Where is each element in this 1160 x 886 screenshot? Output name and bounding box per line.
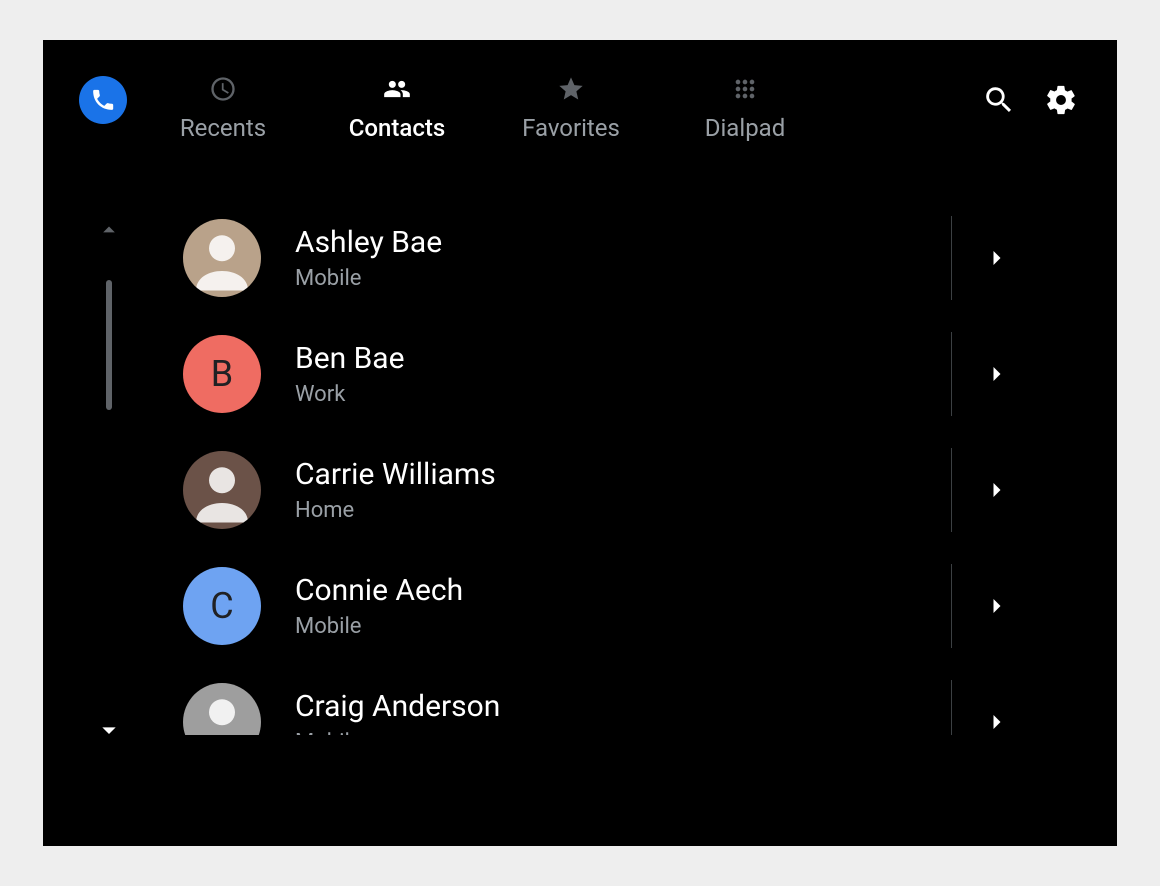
clock-icon bbox=[209, 74, 237, 104]
people-icon bbox=[381, 74, 413, 104]
tab-dialpad[interactable]: Dialpad bbox=[685, 74, 805, 142]
contact-text: Craig Anderson Mobile bbox=[295, 689, 500, 735]
scroll-up-button[interactable] bbox=[89, 210, 129, 250]
scroll-column bbox=[79, 210, 139, 750]
contact-details-button[interactable] bbox=[977, 316, 1017, 432]
contact-name: Carrie Williams bbox=[295, 457, 496, 492]
chevron-down-icon bbox=[93, 714, 125, 746]
tab-bar: Recents Contacts Favorites Dialpad bbox=[163, 58, 805, 142]
contact-details-button[interactable] bbox=[977, 200, 1017, 316]
row-divider bbox=[951, 564, 952, 648]
avatar bbox=[183, 451, 261, 529]
tab-label: Contacts bbox=[349, 114, 445, 142]
tab-contacts[interactable]: Contacts bbox=[337, 74, 457, 142]
chevron-right-icon bbox=[983, 592, 1011, 620]
contact-name: Ben Bae bbox=[295, 341, 405, 376]
tab-label: Recents bbox=[180, 114, 266, 142]
search-button[interactable] bbox=[973, 74, 1025, 126]
row-divider bbox=[951, 448, 952, 532]
tab-favorites[interactable]: Favorites bbox=[511, 74, 631, 142]
row-divider bbox=[951, 680, 952, 735]
contact-text: Carrie Williams Home bbox=[295, 457, 496, 523]
contact-details-button[interactable] bbox=[977, 664, 1017, 735]
contacts-list: Ashley Bae Mobile B Ben Bae Work bbox=[183, 200, 1057, 846]
star-icon bbox=[557, 74, 585, 104]
contact-row[interactable]: Carrie Williams Home bbox=[183, 432, 1057, 548]
dialer-fab[interactable] bbox=[79, 76, 127, 124]
contact-row[interactable]: B Ben Bae Work bbox=[183, 316, 1057, 432]
chevron-right-icon bbox=[983, 708, 1011, 735]
contact-details-button[interactable] bbox=[977, 548, 1017, 664]
contact-text: Connie Aech Mobile bbox=[295, 573, 463, 639]
scroll-down-button[interactable] bbox=[89, 710, 129, 750]
tab-label: Dialpad bbox=[705, 114, 786, 142]
avatar bbox=[183, 683, 261, 735]
row-divider bbox=[951, 216, 952, 300]
contact-details-button[interactable] bbox=[977, 432, 1017, 548]
settings-button[interactable] bbox=[1035, 74, 1087, 126]
search-icon bbox=[982, 83, 1016, 117]
contact-name: Ashley Bae bbox=[295, 225, 442, 260]
contact-line: Mobile bbox=[295, 730, 500, 735]
avatar: C bbox=[183, 567, 261, 645]
phone-app-window: Recents Contacts Favorites Dialpad bbox=[43, 40, 1117, 846]
contact-line: Home bbox=[295, 498, 496, 523]
dialpad-icon bbox=[731, 74, 759, 104]
chevron-up-icon bbox=[95, 216, 123, 244]
tab-label: Favorites bbox=[522, 114, 620, 142]
contact-row[interactable]: Craig Anderson Mobile bbox=[183, 664, 1057, 735]
contact-text: Ben Bae Work bbox=[295, 341, 405, 407]
contact-text: Ashley Bae Mobile bbox=[295, 225, 442, 291]
contact-row[interactable]: Ashley Bae Mobile bbox=[183, 200, 1057, 316]
avatar-initial: C bbox=[210, 585, 233, 627]
chevron-right-icon bbox=[983, 244, 1011, 272]
avatar bbox=[183, 219, 261, 297]
gear-icon bbox=[1044, 83, 1078, 117]
avatar-initial: B bbox=[211, 353, 233, 395]
contact-name: Connie Aech bbox=[295, 573, 463, 608]
app-header: Recents Contacts Favorites Dialpad bbox=[43, 40, 1117, 160]
scroll-thumb[interactable] bbox=[106, 280, 112, 410]
list-viewport: Ashley Bae Mobile B Ben Bae Work bbox=[183, 200, 1057, 735]
contact-line: Mobile bbox=[295, 266, 442, 291]
contact-line: Work bbox=[295, 382, 405, 407]
chevron-right-icon bbox=[983, 360, 1011, 388]
avatar: B bbox=[183, 335, 261, 413]
contact-name: Craig Anderson bbox=[295, 689, 500, 724]
contact-row[interactable]: C Connie Aech Mobile bbox=[183, 548, 1057, 664]
row-divider bbox=[951, 332, 952, 416]
chevron-right-icon bbox=[983, 476, 1011, 504]
contact-line: Mobile bbox=[295, 614, 463, 639]
tab-recents[interactable]: Recents bbox=[163, 74, 283, 142]
phone-icon bbox=[90, 87, 116, 113]
